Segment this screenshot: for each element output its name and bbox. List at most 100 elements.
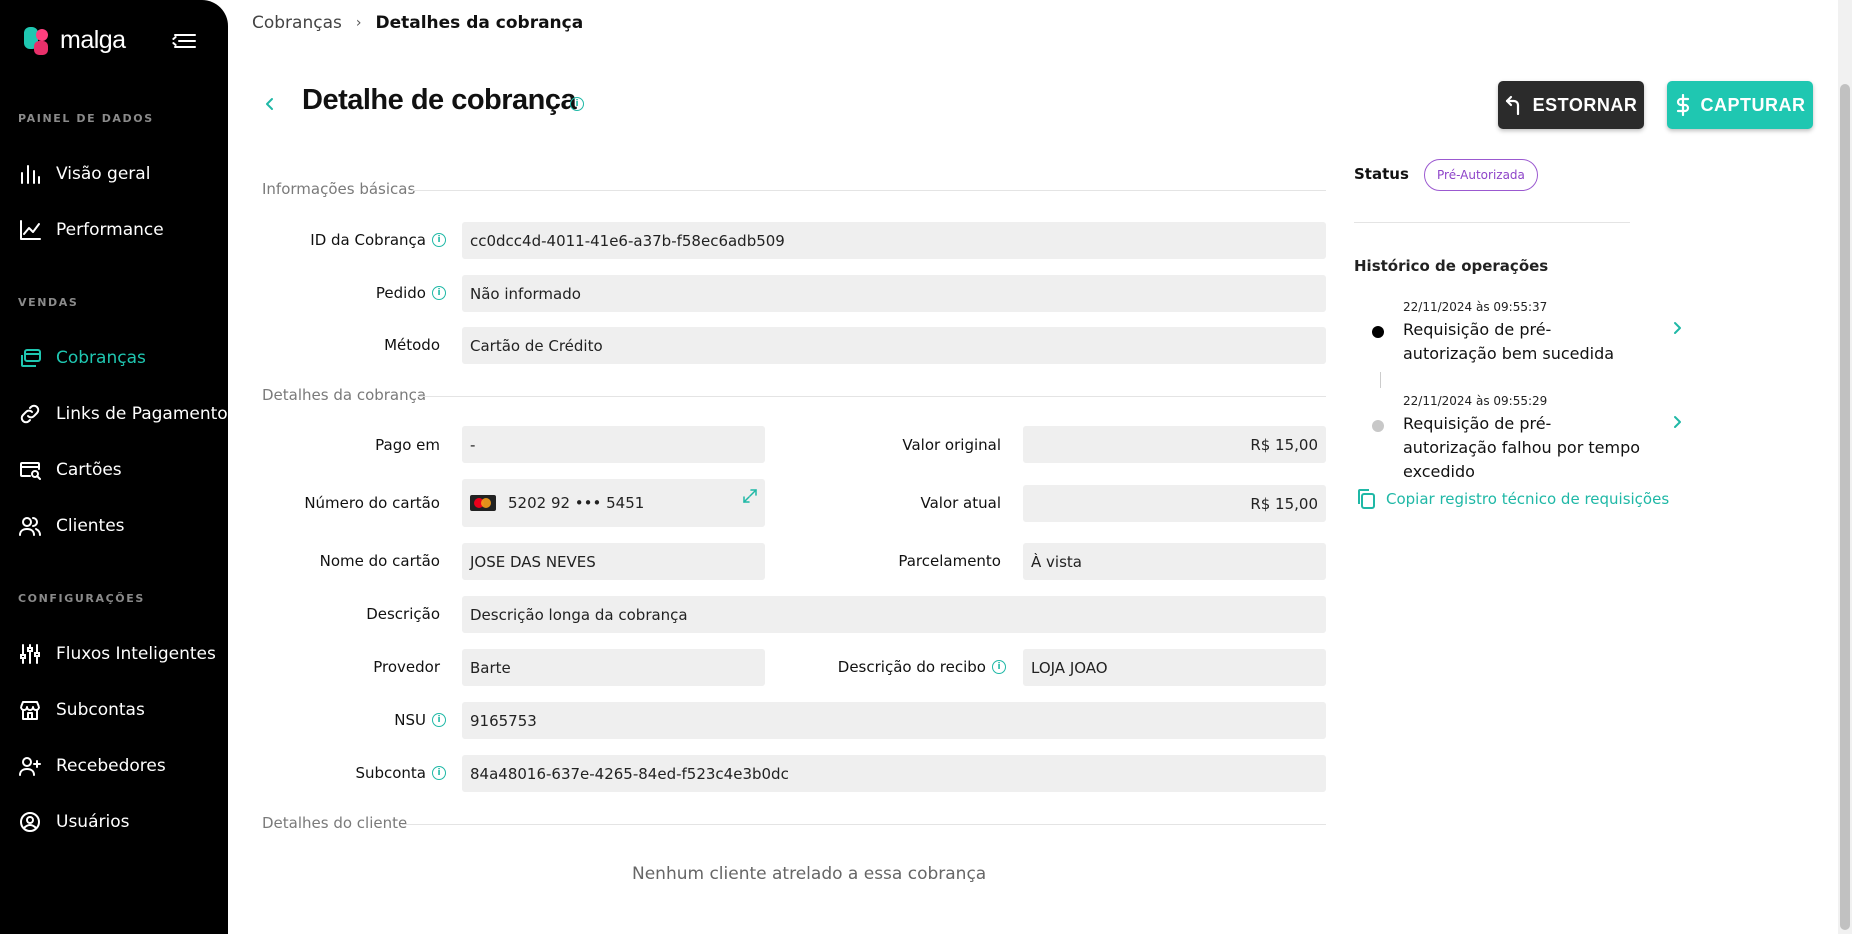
info-icon[interactable]: i: [570, 97, 584, 111]
field-label-installments: Parcelamento: [790, 543, 1001, 579]
field-label-card-name: Nome do cartão: [262, 543, 440, 579]
breadcrumb-current: Detalhes da cobrança: [375, 13, 584, 33]
chevron-right-icon[interactable]: [1672, 414, 1682, 435]
info-icon[interactable]: i: [432, 713, 446, 727]
brand-logo[interactable]: malga: [24, 26, 126, 55]
field-value: Não informado: [470, 284, 581, 303]
dollar-icon: [1676, 94, 1689, 116]
section-label-configuracoes: CONFIGURAÇÕES: [18, 592, 145, 605]
sidebar-item-label: Usuários: [56, 812, 130, 832]
capture-button-label: CAPTURAR: [1700, 94, 1806, 115]
sidebar-item-usuarios[interactable]: Usuários: [0, 799, 228, 845]
info-icon[interactable]: i: [432, 286, 446, 300]
section-label-painel: PAINEL DE DADOS: [18, 112, 154, 125]
field-value: Descrição longa da cobrança: [470, 605, 688, 624]
group-label-charge: Detalhes da cobrança: [262, 386, 427, 404]
label-text: Provedor: [373, 658, 440, 676]
user-circle-icon: [18, 810, 42, 834]
sidebar: malga PAINEL DE DADOS Visão geral Perfor…: [0, 0, 228, 934]
label-text: Número do cartão: [304, 494, 440, 512]
sidebar-item-subcontas[interactable]: Subcontas: [0, 687, 228, 733]
history-item[interactable]: 22/11/2024 às 09:55:29 Requisição de pré…: [1372, 394, 1692, 481]
divider: [402, 824, 1326, 825]
label-text: Descrição do recibo: [837, 658, 986, 676]
field-label-paid-at: Pago em: [262, 427, 440, 463]
field-provider: Barte: [462, 649, 765, 686]
field-label-current-value: Valor atual: [790, 485, 1001, 521]
sidebar-item-label: Fluxos Inteligentes: [56, 644, 216, 664]
field-paid-at: -: [462, 426, 765, 463]
group-label-basic: Informações básicas: [262, 180, 416, 198]
label-text: Pedido: [375, 284, 426, 302]
return-arrow-icon: [1505, 95, 1519, 115]
label-text: ID da Cobrança: [310, 231, 426, 249]
sidebar-item-label: Cartões: [56, 460, 122, 480]
sidebar-item-cobrancas[interactable]: Cobranças: [0, 335, 228, 381]
field-label-charge-id: ID da Cobrança i: [262, 222, 446, 258]
label-text: Pago em: [375, 436, 440, 454]
field-card-name: JOSE DAS NEVES: [462, 543, 765, 580]
field-value: LOJA JOAO: [1031, 658, 1108, 677]
chevron-left-icon: [266, 98, 273, 110]
sidebar-item-label: Cobranças: [56, 348, 146, 368]
field-value: R$ 15,00: [1250, 435, 1318, 454]
sidebar-item-label: Performance: [56, 220, 164, 240]
sidebar-item-label: Clientes: [56, 516, 125, 536]
chevron-right-icon[interactable]: [1672, 320, 1682, 341]
field-value: 84a48016-637e-4265-84ed-f523c4e3b0dc: [470, 764, 789, 783]
divider: [418, 396, 1326, 397]
line-chart-icon: [18, 218, 42, 242]
sidebar-item-recebedores[interactable]: Recebedores: [0, 743, 228, 789]
back-button[interactable]: [262, 92, 282, 116]
sidebar-item-cartoes[interactable]: Cartões: [0, 447, 228, 493]
field-description: Descrição longa da cobrança: [462, 596, 1326, 633]
sidebar-item-clientes[interactable]: Clientes: [0, 503, 228, 549]
open-external-icon[interactable]: [743, 489, 757, 507]
copy-technical-log-link[interactable]: Copiar registro técnico de requisições: [1356, 488, 1669, 510]
copy-icon: [1358, 489, 1375, 509]
refund-button[interactable]: ESTORNAR: [1498, 81, 1644, 129]
field-value: À vista: [1031, 552, 1082, 571]
bar-chart-icon: [18, 162, 42, 186]
history-item[interactable]: 22/11/2024 às 09:55:37 Requisição de pré…: [1372, 300, 1692, 370]
label-text: Subconta: [355, 764, 426, 782]
page-title: Detalhe de cobrança: [302, 84, 577, 116]
field-installments: À vista: [1023, 543, 1326, 580]
field-value: 9165753: [470, 711, 537, 730]
status-dot-icon: [1372, 420, 1384, 432]
info-icon[interactable]: i: [992, 660, 1006, 674]
menu-toggle-icon[interactable]: [171, 33, 196, 49]
history-text: Requisição de pré-autorização bem sucedi…: [1403, 320, 1615, 363]
label-text: Valor atual: [920, 494, 1001, 512]
field-label-original-value: Valor original: [790, 427, 1001, 463]
page-scrollbar[interactable]: [1838, 0, 1852, 934]
sidebar-item-label: Subcontas: [56, 700, 145, 720]
brand-name: malga: [60, 26, 126, 54]
label-text: Nome do cartão: [319, 552, 440, 570]
empty-customer-message: Nenhum cliente atrelado a essa cobrança: [632, 864, 987, 884]
sidebar-item-label: Links de Pagamento: [56, 404, 228, 424]
sidebar-item-performance[interactable]: Performance: [0, 207, 228, 253]
field-method: Cartão de Crédito: [462, 327, 1326, 364]
field-label-subaccount: Subconta i: [262, 755, 446, 791]
info-icon[interactable]: i: [432, 233, 446, 247]
section-label-vendas: VENDAS: [18, 296, 79, 309]
label-text: Método: [384, 336, 440, 354]
field-receipt-description: LOJA JOAO: [1023, 649, 1326, 686]
sidebar-item-fluxos-inteligentes[interactable]: Fluxos Inteligentes: [0, 631, 228, 677]
user-plus-icon: [18, 754, 42, 778]
info-icon[interactable]: i: [432, 766, 446, 780]
breadcrumb: Cobranças › Detalhes da cobrança: [252, 13, 583, 33]
scrollbar-thumb[interactable]: [1840, 84, 1850, 930]
field-card-number: 5202 92 ••• 5451: [462, 479, 765, 527]
status-badge: Pré-Autorizada: [1424, 159, 1538, 191]
timeline-connector: [1380, 372, 1381, 388]
field-label-order: Pedido i: [262, 275, 446, 311]
capture-button[interactable]: CAPTURAR: [1667, 81, 1813, 129]
sidebar-item-links-de-pagamento[interactable]: Links de Pagamento: [0, 391, 228, 437]
sidebar-item-visao-geral[interactable]: Visão geral: [0, 151, 228, 197]
label-text: NSU: [394, 711, 426, 729]
breadcrumb-link-cobrancas[interactable]: Cobranças: [252, 13, 342, 33]
users-icon: [18, 514, 42, 538]
history-time: 22/11/2024 às 09:55:37: [1403, 300, 1548, 314]
